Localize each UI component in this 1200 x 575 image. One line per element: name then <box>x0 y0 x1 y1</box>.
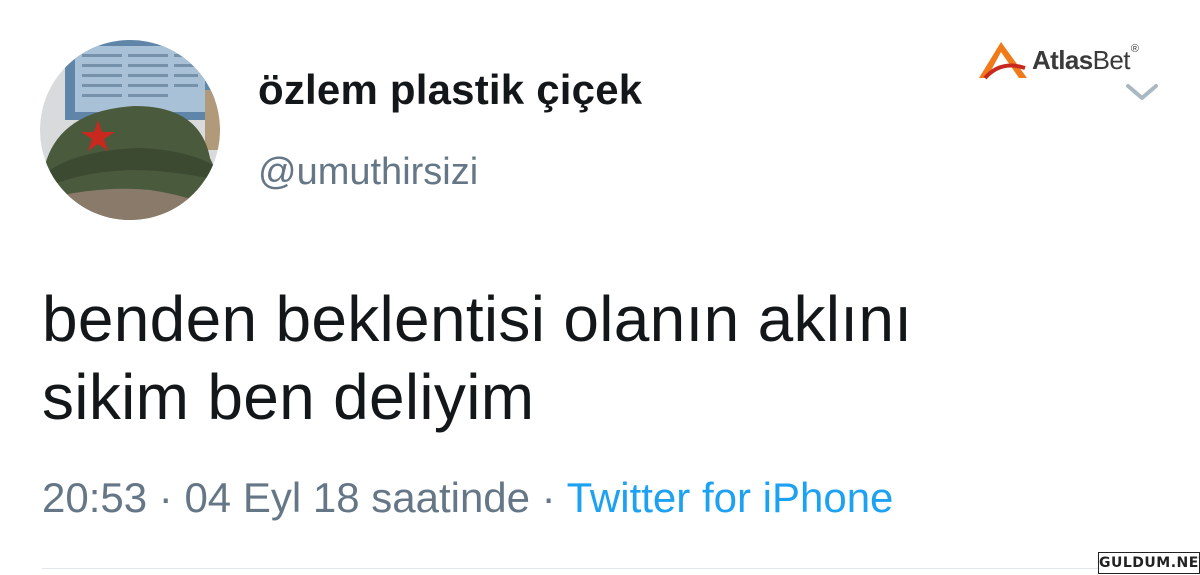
tweet-card: özlem plastik çiçek @umuthirsizi AtlasBe… <box>0 0 1200 575</box>
user-handle[interactable]: @umuthirsizi <box>258 151 478 194</box>
tweet-source-link[interactable]: Twitter for iPhone <box>567 474 894 521</box>
meta-separator: · <box>147 474 185 521</box>
chevron-down-icon[interactable] <box>1125 82 1159 102</box>
brand-logo: AtlasBet® <box>975 38 1165 82</box>
tweet-time[interactable]: 20:53 <box>42 474 147 521</box>
avatar-image <box>40 40 220 220</box>
tweet-text: benden beklentisi olanın aklını sikim be… <box>42 280 1142 436</box>
meta-separator: · <box>530 474 567 521</box>
avatar[interactable] <box>40 40 220 220</box>
tweet-text-line: benden beklentisi olanın aklını <box>42 283 913 355</box>
watermark: GULDUM.NET <box>1098 552 1200 574</box>
tweet-text-line: sikim ben deliyim <box>42 361 535 433</box>
tweet-date[interactable]: 04 Eyl 18 saatinde <box>184 474 530 521</box>
divider <box>42 568 1200 569</box>
atlasbet-logo-icon <box>979 42 1027 80</box>
brand-name: AtlasBet® <box>1032 43 1139 75</box>
tweet-meta: 20:53 · 04 Eyl 18 saatinde · Twitter for… <box>42 474 893 522</box>
display-name[interactable]: özlem plastik çiçek <box>258 66 642 114</box>
